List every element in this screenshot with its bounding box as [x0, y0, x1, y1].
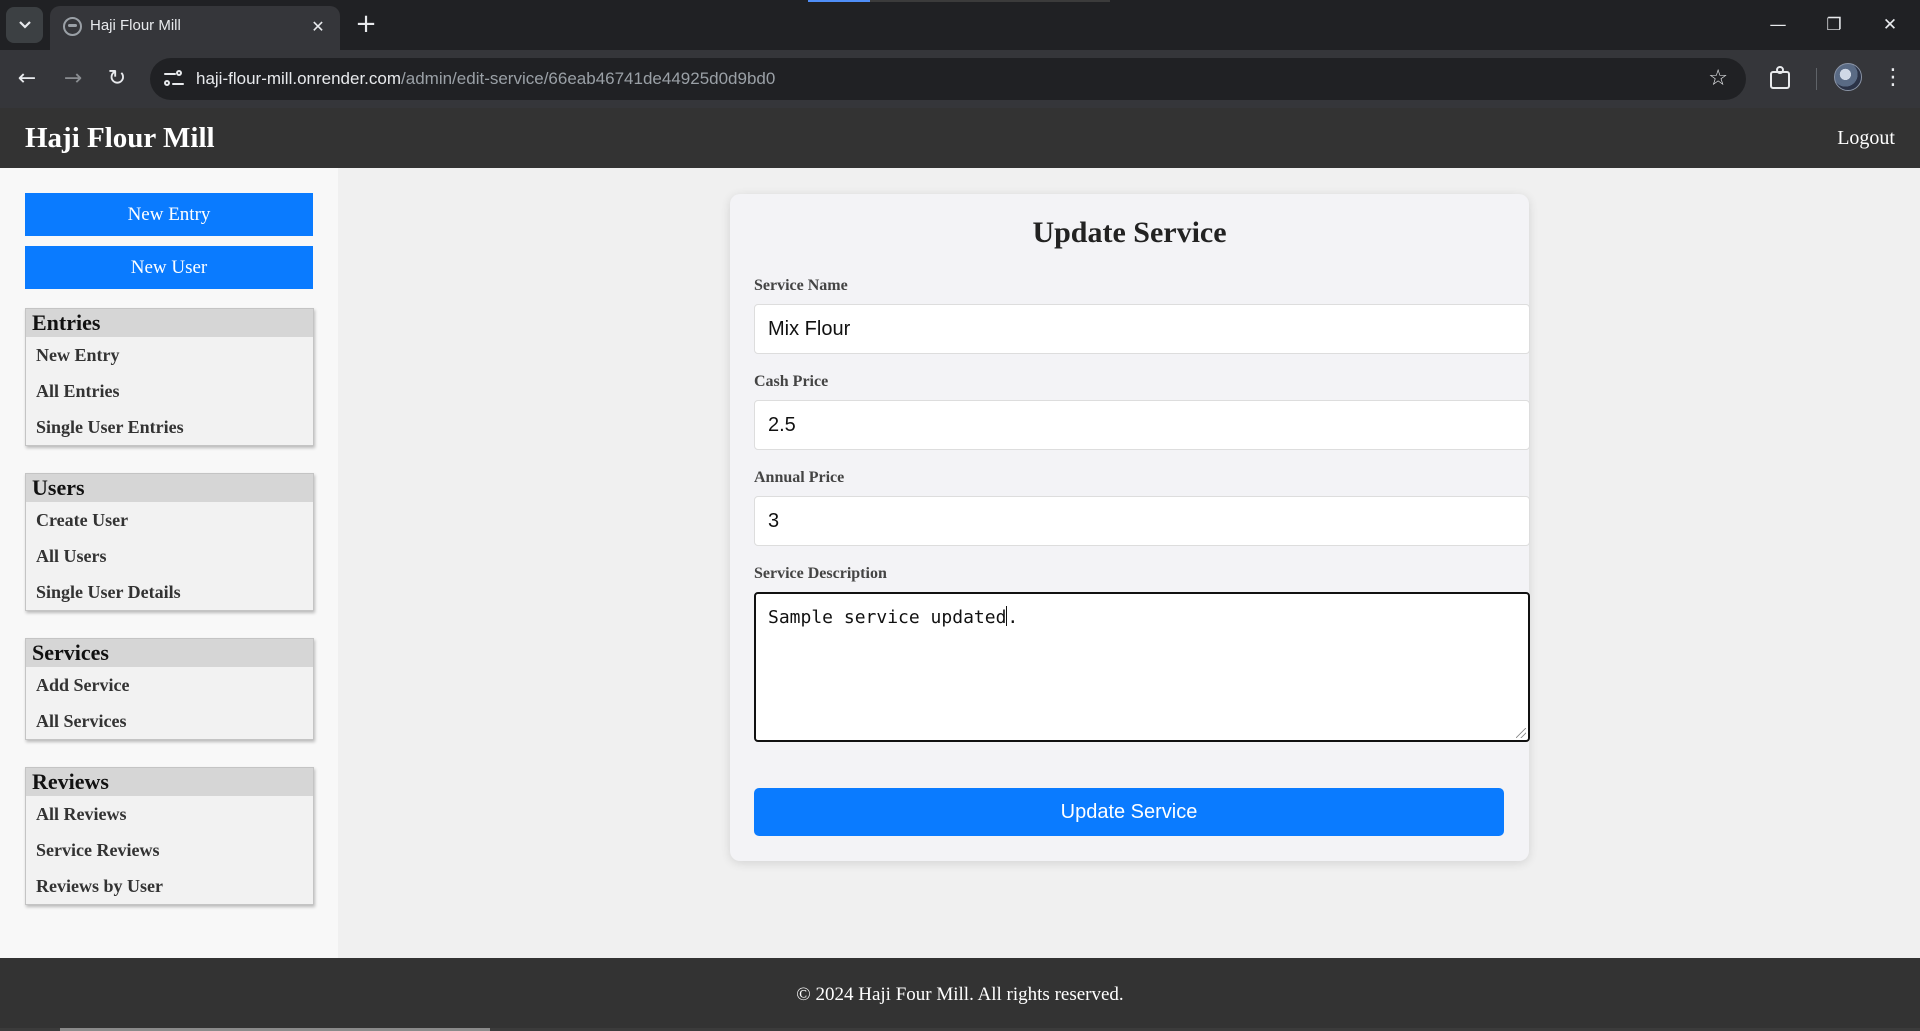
address-bar[interactable]: haji-flour-mill.onrender.com/admin/edit-… — [150, 58, 1746, 100]
sidebar-item-single-user-entries[interactable]: Single User Entries — [26, 409, 313, 445]
browser-tab[interactable]: Haji Flour Mill ✕ — [50, 6, 340, 50]
back-button[interactable]: ← — [10, 62, 44, 96]
url-path: /admin/edit-service/66eab46741de44925d0d… — [401, 69, 776, 88]
sidebar-item-all-users[interactable]: All Users — [26, 538, 313, 574]
update-service-card: Update Service Service Name Mix Flour Ca… — [730, 194, 1530, 861]
brand-title: Haji Flour Mill — [25, 122, 215, 154]
site-settings-icon[interactable] — [164, 69, 184, 89]
service-name-input[interactable]: Mix Flour — [754, 304, 1530, 354]
cash-price-label: Cash Price — [754, 373, 829, 390]
annual-price-label: Annual Price — [754, 469, 845, 486]
browser-toolbar: ← → ↻ haji-flour-mill.onrender.com/admin… — [0, 50, 1920, 108]
resize-handle-icon[interactable] — [1516, 728, 1526, 738]
browser-menu-icon[interactable]: ⋮ — [1882, 63, 1904, 93]
tab-loading-indicator — [808, 0, 870, 2]
description-text-after-caret: . — [1007, 607, 1019, 628]
sidebar-item-new-entry[interactable]: New Entry — [26, 337, 313, 373]
sidebar-item-all-entries[interactable]: All Entries — [26, 373, 313, 409]
new-tab-button[interactable]: + — [352, 11, 380, 39]
sidebar-group-users: Users Create User All Users Single User … — [25, 473, 314, 611]
service-description-textarea[interactable]: Sample service updated. — [754, 592, 1530, 742]
sidebar-group-title: Users — [26, 474, 313, 502]
browser-tabstrip: Haji Flour Mill ✕ + — ❐ ✕ — [0, 0, 1920, 50]
extensions-icon[interactable] — [1768, 65, 1796, 93]
description-text-before-caret: Sample service updated — [768, 607, 1007, 628]
close-window-button[interactable]: ✕ — [1870, 10, 1910, 40]
update-service-button[interactable]: Update Service — [754, 788, 1504, 836]
sidebar-item-all-reviews[interactable]: All Reviews — [26, 796, 313, 832]
sidebar: New Entry New User Entries New Entry All… — [0, 168, 338, 958]
sidebar-item-reviews-by-user[interactable]: Reviews by User — [26, 868, 313, 904]
sidebar-item-single-user-details[interactable]: Single User Details — [26, 574, 313, 610]
tab-search-button[interactable] — [6, 7, 43, 43]
sidebar-group-entries: Entries New Entry All Entries Single Use… — [25, 308, 314, 446]
url-host: haji-flour-mill.onrender.com — [196, 69, 402, 88]
profile-avatar[interactable] — [1834, 63, 1862, 91]
url-text: haji-flour-mill.onrender.com/admin/edit-… — [196, 69, 775, 89]
sidebar-group-title: Reviews — [26, 768, 313, 796]
chevron-down-icon — [18, 21, 31, 29]
app-header: Haji Flour Mill Logout — [0, 108, 1920, 168]
footer: © 2024 Haji Four Mill. All rights reserv… — [0, 958, 1920, 1031]
minimize-button[interactable]: — — [1758, 10, 1798, 40]
reload-button[interactable]: ↻ — [100, 62, 134, 96]
tab-loading-track — [870, 0, 1110, 2]
sidebar-item-add-service[interactable]: Add Service — [26, 667, 313, 703]
sidebar-group-reviews: Reviews All Reviews Service Reviews Revi… — [25, 767, 314, 905]
sidebar-item-service-reviews[interactable]: Service Reviews — [26, 832, 313, 868]
logout-link[interactable]: Logout — [1837, 127, 1895, 150]
footer-copyright: © 2024 Haji Four Mill. All rights reserv… — [796, 984, 1124, 1005]
globe-icon — [63, 17, 82, 36]
new-user-button[interactable]: New User — [25, 246, 313, 289]
sidebar-item-create-user[interactable]: Create User — [26, 502, 313, 538]
cash-price-input[interactable]: 2.5 — [754, 400, 1530, 450]
sidebar-group-title: Services — [26, 639, 313, 667]
bookmark-star-icon[interactable]: ☆ — [1708, 66, 1728, 92]
service-name-label: Service Name — [754, 277, 848, 294]
toolbar-separator — [1816, 68, 1817, 90]
sidebar-group-services: Services Add Service All Services — [25, 638, 314, 740]
tab-title: Haji Flour Mill — [90, 17, 181, 34]
forward-button[interactable]: → — [56, 62, 90, 96]
restore-button[interactable]: ❐ — [1814, 10, 1854, 40]
annual-price-input[interactable]: 3 — [754, 496, 1530, 546]
service-description-label: Service Description — [754, 565, 887, 582]
sidebar-group-title: Entries — [26, 309, 313, 337]
new-entry-button[interactable]: New Entry — [25, 193, 313, 236]
close-tab-icon[interactable]: ✕ — [306, 15, 330, 39]
form-title: Update Service — [1032, 216, 1227, 249]
sidebar-item-all-services[interactable]: All Services — [26, 703, 313, 739]
